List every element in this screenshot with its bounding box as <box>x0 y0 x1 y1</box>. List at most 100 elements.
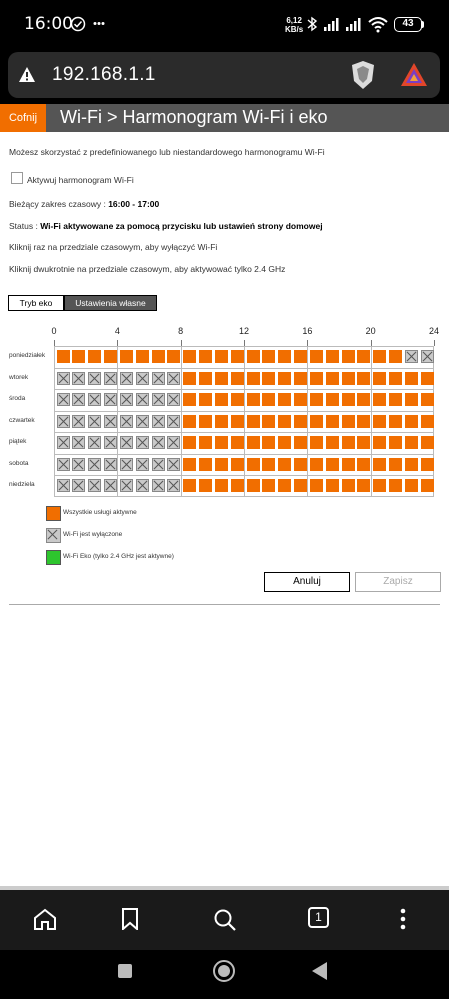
schedule-slot-active[interactable] <box>357 350 371 363</box>
schedule-slot-active[interactable] <box>230 371 244 385</box>
schedule-slot-active[interactable] <box>404 457 418 471</box>
schedule-slot-active[interactable] <box>309 414 323 428</box>
schedule-slot-active[interactable] <box>183 350 197 363</box>
schedule-slot-active[interactable] <box>404 371 418 385</box>
brave-rewards-icon[interactable] <box>400 62 428 88</box>
tab-switcher-button[interactable]: 1 <box>308 907 329 928</box>
schedule-slot-active[interactable] <box>389 350 402 363</box>
schedule-slot-active[interactable] <box>373 350 387 363</box>
schedule-slot-active[interactable] <box>199 371 212 385</box>
schedule-slot-active[interactable] <box>389 414 402 428</box>
schedule-slot-off[interactable] <box>72 371 86 385</box>
schedule-slot-active[interactable] <box>278 393 292 406</box>
schedule-slot-off[interactable] <box>88 371 102 385</box>
schedule-slot-off[interactable] <box>135 393 149 406</box>
schedule-slot-active[interactable] <box>294 436 307 449</box>
schedule-slot-active[interactable] <box>294 371 307 385</box>
schedule-slot-active[interactable] <box>199 350 212 363</box>
schedule-slot-active[interactable] <box>341 393 355 406</box>
warning-icon[interactable] <box>18 66 36 83</box>
url-text[interactable]: 192.168.1.1 <box>52 64 156 86</box>
schedule-slot-off[interactable] <box>135 371 149 385</box>
schedule-slot-off[interactable] <box>104 436 117 449</box>
schedule-slot-off[interactable] <box>135 479 149 492</box>
schedule-slot-off[interactable] <box>56 414 70 428</box>
schedule-slot-active[interactable] <box>357 457 371 471</box>
schedule-slot-active[interactable] <box>246 393 260 406</box>
schedule-slot-active[interactable] <box>420 436 434 449</box>
schedule-slot-active[interactable] <box>373 371 387 385</box>
schedule-slot-off[interactable] <box>88 479 102 492</box>
schedule-slot-active[interactable] <box>325 371 339 385</box>
schedule-slot-active[interactable] <box>183 479 197 492</box>
schedule-slot-active[interactable] <box>373 436 387 449</box>
schedule-slot-active[interactable] <box>278 479 292 492</box>
schedule-slot-active[interactable] <box>341 371 355 385</box>
bookmark-icon[interactable] <box>121 908 139 930</box>
home-button-icon[interactable] <box>212 959 236 983</box>
schedule-slot-off[interactable] <box>104 371 117 385</box>
schedule-slot-active[interactable] <box>420 414 434 428</box>
schedule-slot-off[interactable] <box>56 436 70 449</box>
schedule-slot-off[interactable] <box>104 393 117 406</box>
schedule-slot-active[interactable] <box>214 457 228 471</box>
schedule-slot-off[interactable] <box>72 393 86 406</box>
schedule-slot-active[interactable] <box>262 350 276 363</box>
enable-schedule-checkbox[interactable] <box>11 172 23 184</box>
schedule-slot-off[interactable] <box>88 436 102 449</box>
schedule-slot-active[interactable] <box>214 436 228 449</box>
schedule-slot-active[interactable] <box>357 436 371 449</box>
schedule-slot-off[interactable] <box>420 350 434 363</box>
schedule-slot-off[interactable] <box>88 414 102 428</box>
schedule-slot-active[interactable] <box>341 350 355 363</box>
schedule-slot-active[interactable] <box>325 393 339 406</box>
schedule-slot-active[interactable] <box>199 393 212 406</box>
schedule-slot-active[interactable] <box>230 436 244 449</box>
schedule-slot-active[interactable] <box>214 350 228 363</box>
schedule-slot-active[interactable] <box>230 457 244 471</box>
schedule-slot-off[interactable] <box>151 479 165 492</box>
schedule-slot-active[interactable] <box>325 414 339 428</box>
schedule-slot-off[interactable] <box>135 414 149 428</box>
schedule-slot-active[interactable] <box>325 436 339 449</box>
schedule-slot-off[interactable] <box>167 414 181 428</box>
schedule-slot-active[interactable] <box>262 371 276 385</box>
schedule-slot-active[interactable] <box>262 393 276 406</box>
schedule-slot-off[interactable] <box>151 436 165 449</box>
schedule-slot-active[interactable] <box>373 393 387 406</box>
schedule-slot-off[interactable] <box>151 393 165 406</box>
schedule-slot-active[interactable] <box>230 350 244 363</box>
schedule-slot-active[interactable] <box>119 350 133 363</box>
schedule-slot-off[interactable] <box>56 393 70 406</box>
schedule-slot-active[interactable] <box>389 393 402 406</box>
schedule-slot-off[interactable] <box>104 479 117 492</box>
schedule-slot-active[interactable] <box>262 479 276 492</box>
schedule-slot-active[interactable] <box>183 457 197 471</box>
schedule-slot-active[interactable] <box>214 393 228 406</box>
schedule-slot-off[interactable] <box>72 436 86 449</box>
schedule-slot-active[interactable] <box>357 414 371 428</box>
schedule-slot-off[interactable] <box>151 414 165 428</box>
schedule-slot-active[interactable] <box>404 436 418 449</box>
schedule-slot-active[interactable] <box>309 371 323 385</box>
save-button[interactable]: Zapisz <box>355 572 441 592</box>
schedule-slot-active[interactable] <box>135 350 149 363</box>
schedule-slot-active[interactable] <box>294 457 307 471</box>
schedule-slot-off[interactable] <box>167 371 181 385</box>
schedule-slot-active[interactable] <box>230 393 244 406</box>
schedule-slot-off[interactable] <box>167 436 181 449</box>
schedule-slot-active[interactable] <box>56 350 70 363</box>
schedule-slot-off[interactable] <box>119 371 133 385</box>
recent-apps-icon[interactable] <box>117 963 133 979</box>
schedule-slot-off[interactable] <box>151 457 165 471</box>
schedule-slot-active[interactable] <box>373 457 387 471</box>
schedule-slot-active[interactable] <box>389 457 402 471</box>
schedule-slot-active[interactable] <box>325 457 339 471</box>
menu-dots-icon[interactable] <box>400 908 406 930</box>
schedule-slot-active[interactable] <box>357 479 371 492</box>
address-bar[interactable]: 192.168.1.1 <box>8 52 440 98</box>
schedule-slot-active[interactable] <box>294 393 307 406</box>
schedule-slot-active[interactable] <box>262 457 276 471</box>
schedule-slot-off[interactable] <box>88 457 102 471</box>
schedule-slot-active[interactable] <box>325 479 339 492</box>
